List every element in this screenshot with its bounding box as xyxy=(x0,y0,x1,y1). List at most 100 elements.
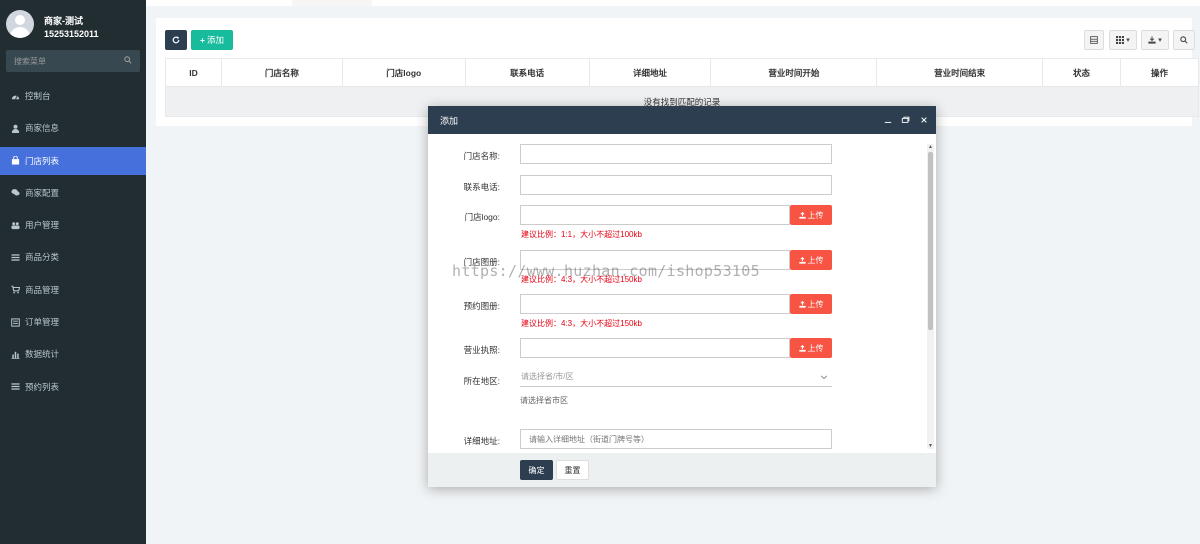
logo-input[interactable] xyxy=(520,205,790,225)
user-name: 商家-测试 xyxy=(44,16,83,26)
add-store-dialog: 添加 门店名称: 联系电话: 门店logo: 上传 建议比例：1:1，大小不超过… xyxy=(428,106,936,487)
column-header[interactable]: 门店logo xyxy=(341,58,466,87)
upload-icon xyxy=(798,300,806,308)
address-label: 详细地址: xyxy=(463,436,500,446)
album-upload-button[interactable]: 上传 xyxy=(790,250,832,270)
album-label: 门店图册: xyxy=(463,257,500,267)
maximize-icon xyxy=(901,116,910,123)
license-input[interactable] xyxy=(520,338,790,358)
refresh-icon xyxy=(172,36,180,44)
sidebar-item-label: 商品管理 xyxy=(25,284,60,295)
dialog-header[interactable]: 添加 xyxy=(428,106,936,134)
user-icon xyxy=(11,124,20,133)
column-header[interactable]: 操作 xyxy=(1120,58,1199,87)
search-icon[interactable] xyxy=(124,56,132,64)
column-header[interactable]: 状态 xyxy=(1042,58,1122,87)
chat-icon xyxy=(11,189,20,196)
booking-album-label: 预约图册: xyxy=(463,301,500,311)
sidebar-item-merchant-config[interactable]: 商家配置 xyxy=(0,179,146,207)
dialog-body: 门店名称: 联系电话: 门店logo: 上传 建议比例：1:1，大小不超过100… xyxy=(428,134,936,453)
upload-icon xyxy=(798,344,806,352)
table-icon xyxy=(1090,36,1098,44)
minimize-icon xyxy=(884,121,891,123)
store-name-label: 门店名称: xyxy=(463,151,500,161)
phone-input[interactable] xyxy=(520,175,832,195)
close-button[interactable] xyxy=(919,116,928,125)
license-upload-button[interactable]: 上传 xyxy=(790,338,832,358)
tab[interactable] xyxy=(292,0,372,6)
export-button[interactable]: ▾ xyxy=(1141,30,1169,50)
sidebar-item-product-category[interactable]: 商品分类 xyxy=(0,243,146,271)
add-button[interactable]: + 添加 xyxy=(191,30,233,50)
upload-label: 上传 xyxy=(807,210,824,220)
avatar[interactable] xyxy=(6,10,34,38)
address-input[interactable] xyxy=(520,429,832,449)
logo-label: 门店logo: xyxy=(464,212,500,222)
refresh-button[interactable] xyxy=(165,30,187,50)
column-header[interactable]: 营业时间结束 xyxy=(876,58,1044,87)
logo-upload-button[interactable]: 上传 xyxy=(790,205,832,225)
sidebar-item-merchant-info[interactable]: 商家信息 xyxy=(0,114,146,142)
booking-album-upload-button[interactable]: 上传 xyxy=(790,294,832,314)
close-icon xyxy=(920,117,927,123)
columns-button[interactable]: ▾ xyxy=(1109,30,1137,50)
sidebar-item-label: 商家配置 xyxy=(25,187,60,198)
caret-down-icon: ▾ xyxy=(1126,37,1130,44)
upload-label: 上传 xyxy=(807,255,824,265)
user-panel: 商家-测试 15253152011 xyxy=(0,0,146,44)
sidebar-item-order-management[interactable]: 订单管理 xyxy=(0,308,146,336)
sidebar-item-product-management[interactable]: 商品管理 xyxy=(0,276,146,304)
cart-icon xyxy=(11,286,20,294)
column-header[interactable]: 门店名称 xyxy=(220,58,343,87)
sidebar-item-user-management[interactable]: 用户管理 xyxy=(0,211,146,239)
region-placeholder: 请选择省/市/区 xyxy=(521,372,574,381)
list-icon xyxy=(11,383,20,390)
scroll-up-arrow[interactable]: ▲ xyxy=(927,144,934,150)
sidebar-item-booking-list[interactable]: 预约列表 xyxy=(0,373,146,401)
region-select[interactable]: 请选择省/市/区 xyxy=(520,369,832,387)
reset-button[interactable]: 重置 xyxy=(556,460,589,480)
sidebar-item-dashboard[interactable]: 控制台 xyxy=(0,82,146,110)
sidebar-item-label: 商品分类 xyxy=(25,252,60,263)
upload-label: 上传 xyxy=(807,343,824,353)
booking-album-hint: 建议比例：4:3，大小不超过150kb xyxy=(521,319,642,328)
region-label: 所在地区: xyxy=(463,376,500,386)
top-tab-bar xyxy=(146,0,1200,6)
menu-search-input[interactable] xyxy=(6,50,116,72)
sidebar-search xyxy=(6,50,140,72)
booking-album-input[interactable] xyxy=(520,294,790,314)
dialog-footer: 确定 重置 xyxy=(428,453,936,487)
phone-label: 联系电话: xyxy=(463,182,500,192)
store-name-input[interactable] xyxy=(520,144,832,164)
upload-icon xyxy=(798,211,806,219)
sidebar-item-label: 门店列表 xyxy=(25,155,60,166)
users-icon xyxy=(11,221,20,229)
album-input[interactable] xyxy=(520,250,790,270)
bar-chart-icon xyxy=(11,351,20,359)
maximize-button[interactable] xyxy=(901,116,910,125)
scroll-thumb[interactable] xyxy=(928,152,933,330)
sidebar-item-label: 商家信息 xyxy=(25,123,60,134)
minimize-button[interactable] xyxy=(883,116,892,125)
album-hint: 建议比例：4:3，大小不超过150kb xyxy=(521,275,642,284)
dialog-scrollbar[interactable]: ▲ ▼ xyxy=(927,144,934,449)
dashboard-icon xyxy=(11,94,20,99)
sidebar-item-statistics[interactable]: 数据统计 xyxy=(0,340,146,368)
toggle-view-button[interactable] xyxy=(1084,30,1104,50)
add-button-label: 添加 xyxy=(206,35,224,45)
region-help: 请选择省市区 xyxy=(520,396,568,405)
search-toggle-button[interactable] xyxy=(1173,30,1195,50)
column-header[interactable]: 详细地址 xyxy=(588,58,712,87)
chevron-down-icon xyxy=(820,375,828,380)
column-header[interactable]: 联系电话 xyxy=(464,58,590,87)
sidebar-item-label: 数据统计 xyxy=(25,349,60,360)
sidebar-item-label: 用户管理 xyxy=(25,220,60,231)
column-header[interactable]: ID xyxy=(165,58,222,87)
column-header[interactable]: 营业时间开始 xyxy=(710,58,878,87)
confirm-button[interactable]: 确定 xyxy=(520,460,553,480)
shopping-bag-icon xyxy=(11,156,20,165)
sidebar-item-store-list[interactable]: 门店列表 xyxy=(0,146,146,175)
scroll-down-arrow[interactable]: ▼ xyxy=(927,443,934,449)
sidebar-item-label: 控制台 xyxy=(25,91,51,101)
user-phone: 15253152011 xyxy=(44,29,99,39)
